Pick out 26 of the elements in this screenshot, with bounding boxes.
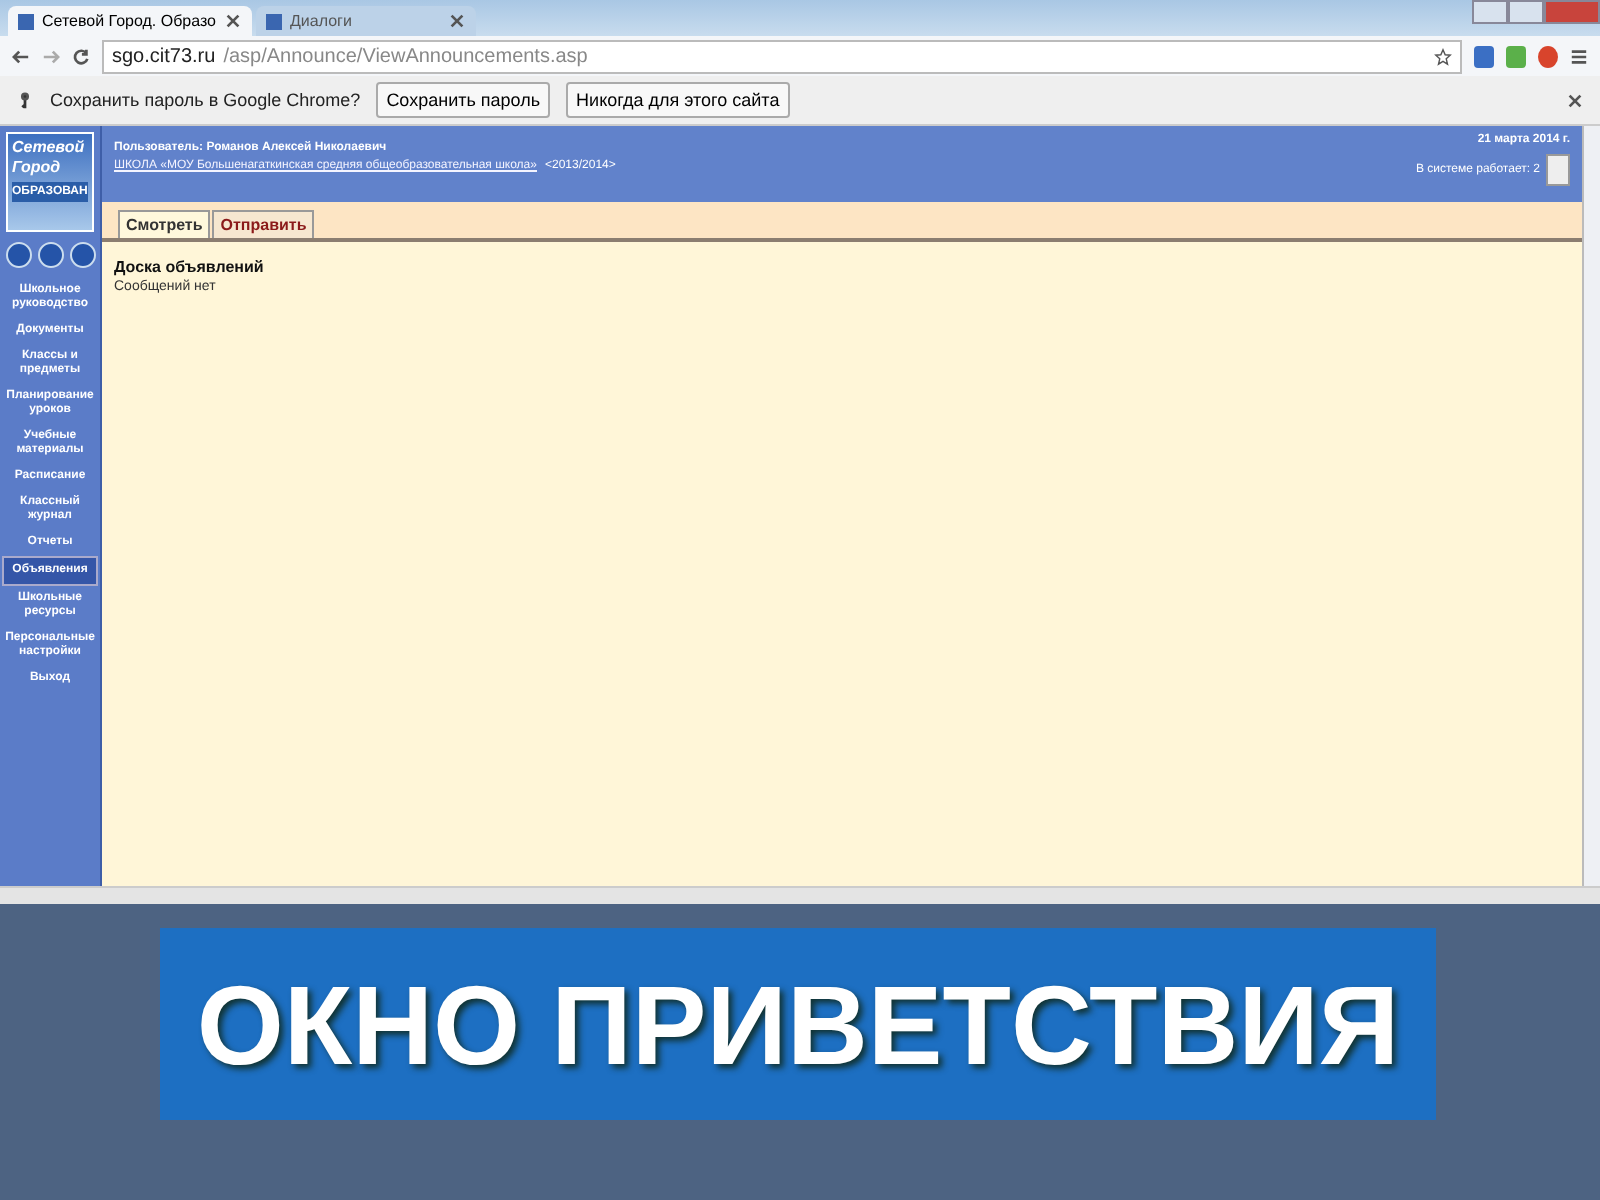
page-tab[interactable]: Смотреть — [118, 210, 211, 238]
horizontal-scrollbar[interactable] — [0, 886, 1600, 904]
minimize-button[interactable] — [1472, 0, 1508, 24]
close-icon[interactable] — [1566, 91, 1584, 109]
browser-tab[interactable]: Сетевой Город. Образо — [8, 6, 253, 36]
page-icon — [266, 13, 283, 29]
browser-tab[interactable]: Диалоги — [256, 6, 477, 36]
page-tab[interactable]: Отправить — [212, 210, 315, 238]
maximize-button[interactable] — [1508, 0, 1544, 24]
address-field[interactable]: sgo.cit73.ru /asp/Announce/ViewAnnouncements.asp — [102, 39, 1462, 73]
key-icon — [16, 91, 34, 109]
extension-icon[interactable] — [1474, 45, 1494, 67]
reload-icon[interactable] — [72, 47, 90, 65]
close-icon[interactable] — [224, 12, 243, 30]
slide-title: ОКНО ПРИВЕТСТВИЯ — [160, 928, 1436, 1120]
extension-icon[interactable] — [1538, 45, 1558, 67]
close-icon[interactable] — [448, 12, 467, 30]
star-icon[interactable] — [1434, 47, 1452, 65]
menu-icon[interactable] — [1570, 47, 1588, 65]
infobar-button[interactable]: Сохранить пароль — [376, 82, 551, 118]
section-title: Доска объявлений — [114, 258, 266, 276]
extension-icon[interactable] — [1506, 45, 1526, 67]
page-icon — [18, 13, 34, 29]
infobar-message: Сохранить пароль в Google Chrome? — [50, 90, 361, 110]
back-icon[interactable] — [12, 47, 30, 65]
infobar-button[interactable]: Никогда для этого сайта — [566, 82, 790, 118]
